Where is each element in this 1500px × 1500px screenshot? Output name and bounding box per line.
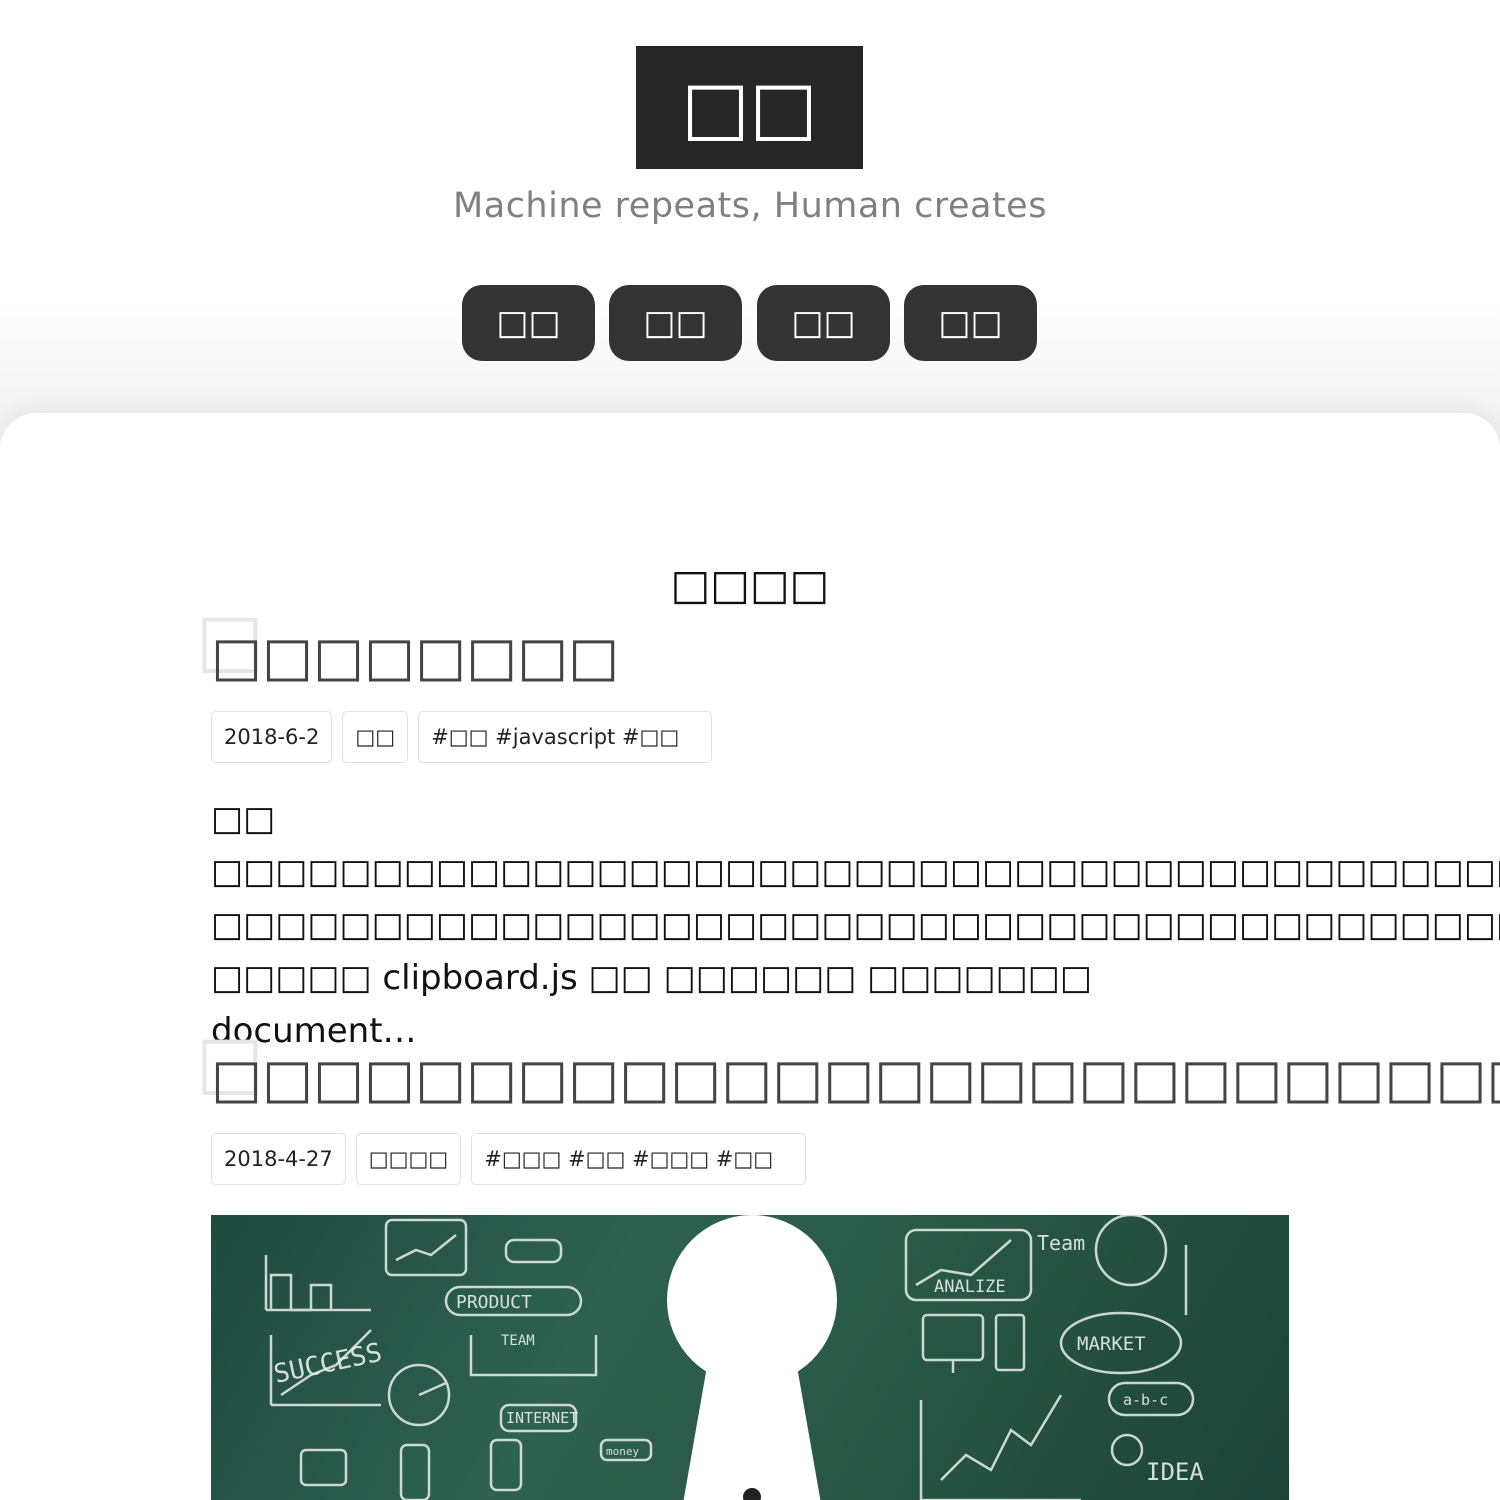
- chalk-word: SUCCESS: [271, 1338, 384, 1390]
- post-category[interactable]: □□□□: [355, 1133, 462, 1185]
- chalk-word: PRODUCT: [456, 1292, 532, 1313]
- site-header: □□ Machine repeats, Human creates □□ □□ …: [0, 0, 1500, 420]
- post-title-link[interactable]: □□□□□□□□□□□□□□□□□□□□□□□□□□□□□: [211, 1047, 1500, 1110]
- chalk-word: INTERNET: [506, 1409, 578, 1427]
- post-meta: 2018-4-27 □□□□ #□□□ #□□ #□□□ #□□: [211, 1133, 1289, 1185]
- nav-item-2[interactable]: □□: [609, 285, 742, 361]
- post-card: □ □□□□□□□□ 2018-6-2 □□ #□□ #javascript #…: [196, 603, 1500, 1058]
- site-logo[interactable]: □□: [636, 46, 863, 169]
- chalk-word: money: [606, 1445, 639, 1458]
- post-tags[interactable]: #□□□ #□□ #□□□ #□□: [471, 1133, 807, 1185]
- chalk-word: ANALIZE: [934, 1277, 1006, 1297]
- main-nav: □□ □□ □□ □□: [462, 285, 1042, 361]
- nav-item-4[interactable]: □□: [904, 285, 1037, 361]
- chalk-word: Team: [1037, 1231, 1085, 1255]
- post-category[interactable]: □□: [342, 711, 409, 763]
- post-title: □□□□□□□□: [211, 623, 1289, 691]
- page: □□ Machine repeats, Human creates □□ □□ …: [0, 0, 1500, 1500]
- post-title: □□□□□□□□□□□□□□□□□□□□□□□□□□□□□: [211, 1045, 1500, 1113]
- post-title-link[interactable]: □□□□□□□□: [211, 625, 619, 688]
- site-slogan: Machine repeats, Human creates: [453, 186, 1047, 226]
- post-card: □ □□□□□□□□□□□□□□□□□□□□□□□□□□□□□ 2018-4-2…: [196, 1025, 1500, 1500]
- chalk-word: IDEA: [1146, 1458, 1204, 1486]
- chalk-word: MARKET: [1077, 1333, 1146, 1355]
- keyhole-shape: [667, 1215, 837, 1500]
- post-date: 2018-6-2: [211, 711, 333, 763]
- chalkboard-illustration: PRODUCT SUCCESS TEAM INTERNET ANALIZE MA…: [264, 1215, 1204, 1500]
- bar-chart-doodle: [269, 1273, 333, 1312]
- post-date: 2018-4-27: [211, 1133, 346, 1185]
- chalk-word: TEAM: [501, 1333, 535, 1349]
- post-excerpt: □□ □□□□□□□□□□□□□□□□□□□□□□□□□□□□□□□□□□□□□…: [211, 799, 1500, 1051]
- post-cover-image[interactable]: PRODUCT SUCCESS TEAM INTERNET ANALIZE MA…: [211, 1215, 1289, 1500]
- nav-item-3[interactable]: □□: [757, 285, 890, 361]
- chalk-word: a-b-c: [1123, 1391, 1168, 1409]
- nav-item-1[interactable]: □□: [462, 285, 595, 361]
- post-tags[interactable]: #□□ #javascript #□□: [418, 711, 713, 763]
- post-meta: 2018-6-2 □□ #□□ #javascript #□□: [211, 711, 1289, 763]
- content-card: □□□□ □ □□□□□□□□ 2018-6-2 □□ #□□ #javascr…: [0, 413, 1500, 1500]
